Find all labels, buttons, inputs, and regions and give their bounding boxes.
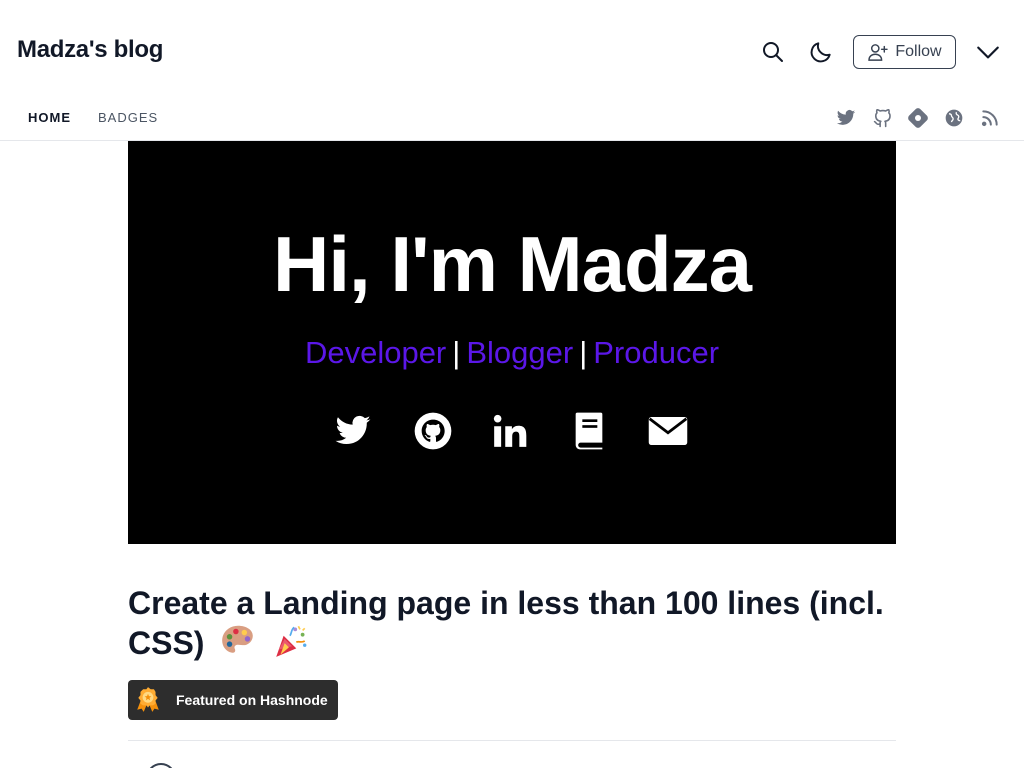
search-button[interactable] <box>755 34 791 70</box>
add-user-icon <box>868 44 889 61</box>
twitter-icon <box>836 110 856 125</box>
rss-icon <box>981 110 998 127</box>
website-link[interactable] <box>943 107 965 129</box>
github-icon <box>873 108 891 127</box>
github-icon <box>411 409 455 453</box>
menu-dropdown-button[interactable] <box>970 34 1006 70</box>
banner-social-icons <box>331 409 693 453</box>
top-header: Madza's blog Follow <box>0 0 1024 100</box>
follow-button[interactable]: Follow <box>853 35 956 69</box>
role-producer: Producer <box>593 335 720 370</box>
globe-icon <box>945 109 963 127</box>
nav-item-badges[interactable]: BADGES <box>98 110 158 125</box>
banner-title: Hi, I'm Madza <box>273 220 752 308</box>
hashnode-icon <box>908 108 928 128</box>
linkedin-icon <box>488 409 532 453</box>
award-icon <box>128 680 168 720</box>
blog-title[interactable]: Madza's blog <box>17 36 163 64</box>
rss-link[interactable] <box>979 107 1001 129</box>
palette-emoji <box>222 625 254 653</box>
featured-label: Featured on Hashnode <box>176 692 328 708</box>
role-blogger: Blogger <box>466 335 574 370</box>
blog-nav: HOME BADGES <box>0 100 1024 141</box>
github-link[interactable] <box>871 107 893 129</box>
follow-label: Follow <box>895 43 942 60</box>
twitter-link[interactable] <box>835 107 857 129</box>
role-separator: | <box>579 335 588 370</box>
chevron-down-icon <box>977 46 999 59</box>
book-icon <box>567 409 611 453</box>
author-avatar[interactable] <box>146 763 176 768</box>
article-title: Create a Landing page in less than 100 l… <box>128 584 888 662</box>
role-separator: | <box>452 335 461 370</box>
banner-roles: Developer | Blogger | Producer <box>128 335 896 371</box>
section-divider <box>128 740 896 741</box>
search-icon <box>763 42 783 62</box>
twitter-icon <box>331 409 375 453</box>
featured-on-hashnode-badge[interactable]: Featured on Hashnode <box>128 680 338 720</box>
party-popper-emoji <box>276 625 307 657</box>
moon-icon <box>810 42 831 63</box>
theme-toggle-button[interactable] <box>803 34 839 70</box>
mail-icon <box>646 409 690 453</box>
hashnode-link[interactable] <box>907 107 929 129</box>
nav-item-home[interactable]: HOME <box>28 110 71 125</box>
role-developer: Developer <box>304 335 447 370</box>
cover-banner: Hi, I'm Madza Developer | Blogger | Producer <box>128 141 896 544</box>
